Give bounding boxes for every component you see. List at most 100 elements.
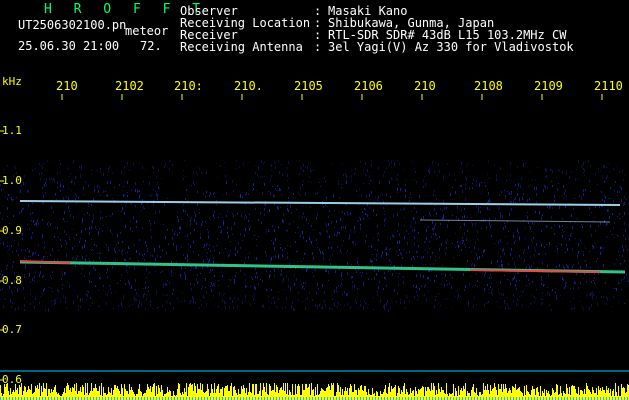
noise-speck — [164, 166, 165, 168]
noise-speck — [410, 225, 411, 227]
noise-speck — [172, 229, 173, 232]
noise-speck — [562, 171, 563, 174]
noise-speck — [355, 168, 356, 170]
noise-speck — [421, 256, 422, 259]
amplitude-bar — [383, 392, 384, 400]
noise-speck — [518, 272, 519, 274]
noise-speck — [328, 223, 329, 226]
noise-speck — [608, 209, 609, 212]
noise-speck — [416, 291, 417, 293]
amplitude-bar — [95, 384, 96, 400]
noise-speck — [159, 245, 160, 248]
noise-speck — [290, 246, 291, 247]
noise-speck — [222, 217, 223, 218]
noise-speck — [189, 303, 190, 304]
amplitude-bar — [277, 387, 278, 400]
noise-speck — [60, 298, 61, 299]
noise-speck — [526, 215, 527, 216]
amplitude-bar — [53, 390, 54, 400]
noise-speck — [235, 253, 236, 256]
noise-speck — [43, 256, 44, 259]
noise-speck — [444, 208, 445, 210]
noise-speck — [29, 276, 30, 277]
noise-speck — [526, 163, 527, 164]
noise-speck — [309, 291, 310, 294]
noise-speck — [68, 197, 69, 200]
amplitude-bar — [416, 391, 417, 400]
noise-speck — [50, 275, 51, 277]
noise-speck — [560, 295, 561, 296]
noise-speck — [582, 306, 583, 309]
noise-speck — [23, 208, 24, 210]
amplitude-bar — [298, 384, 299, 400]
noise-speck — [36, 224, 37, 226]
noise-speck — [371, 260, 372, 263]
amplitude-bar — [232, 396, 233, 400]
noise-speck — [156, 193, 157, 196]
noise-speck — [391, 161, 392, 164]
noise-speck — [513, 278, 514, 280]
noise-speck — [404, 236, 405, 239]
noise-speck — [173, 243, 174, 246]
noise-speck — [262, 176, 263, 178]
noise-speck — [617, 235, 618, 236]
noise-speck — [46, 184, 47, 186]
noise-speck — [185, 210, 186, 212]
amplitude-bar — [509, 388, 510, 400]
noise-speck — [18, 307, 19, 310]
noise-speck — [262, 169, 263, 170]
noise-speck — [146, 245, 147, 246]
noise-speck — [550, 169, 551, 171]
amplitude-bar — [491, 391, 492, 400]
noise-speck — [346, 293, 347, 296]
noise-speck — [270, 179, 271, 182]
noise-speck — [383, 305, 384, 308]
amplitude-bar — [62, 394, 63, 400]
amplitude-bar — [499, 389, 500, 400]
noise-speck — [532, 222, 533, 224]
noise-speck — [61, 271, 62, 273]
amplitude-bar — [239, 394, 240, 400]
noise-speck — [621, 279, 622, 281]
noise-speck — [214, 283, 215, 285]
amplitude-bar — [419, 390, 420, 400]
noise-speck — [93, 266, 94, 269]
noise-speck — [346, 181, 347, 184]
noise-speck — [507, 191, 508, 192]
noise-speck — [446, 298, 447, 300]
noise-speck — [359, 189, 360, 190]
noise-speck — [430, 264, 431, 265]
noise-speck — [618, 251, 619, 253]
noise-speck — [599, 206, 600, 208]
noise-speck — [489, 177, 490, 179]
noise-speck — [319, 232, 320, 234]
noise-speck — [578, 262, 579, 264]
noise-speck — [365, 162, 366, 165]
noise-speck — [264, 208, 265, 211]
noise-speck — [89, 280, 90, 283]
noise-speck — [388, 254, 389, 255]
noise-speck — [516, 280, 517, 282]
noise-speck — [126, 270, 127, 272]
noise-speck — [266, 254, 267, 257]
amplitude-bar — [602, 387, 603, 400]
amplitude-bar — [188, 387, 189, 400]
noise-speck — [534, 247, 535, 249]
noise-speck — [481, 228, 482, 229]
noise-speck — [1, 188, 2, 191]
noise-speck — [100, 297, 101, 298]
noise-speck — [285, 306, 286, 308]
noise-speck — [434, 226, 435, 229]
noise-speck — [24, 304, 25, 307]
noise-speck — [155, 191, 156, 192]
noise-speck — [482, 255, 483, 257]
noise-speck — [350, 253, 351, 254]
noise-speck — [129, 169, 130, 171]
noise-speck — [232, 300, 233, 303]
noise-speck — [340, 249, 341, 252]
noise-speck — [362, 211, 363, 213]
noise-speck — [390, 196, 391, 198]
noise-speck — [342, 163, 343, 164]
noise-speck — [275, 167, 276, 169]
noise-speck — [549, 206, 550, 209]
